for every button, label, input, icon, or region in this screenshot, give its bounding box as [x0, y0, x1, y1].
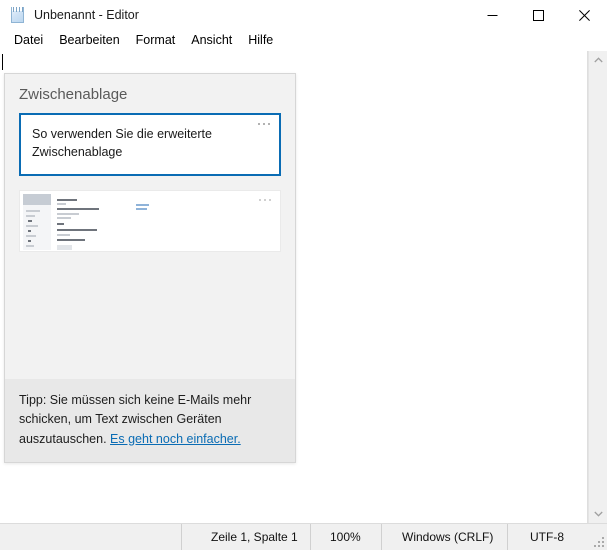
resize-grip-icon[interactable]: [594, 537, 604, 547]
clipboard-history-panel: Zwischenablage So verwenden Sie die erwe…: [4, 73, 296, 463]
clipboard-tip-link[interactable]: Es geht noch einfacher.: [110, 432, 241, 446]
status-zoom-level[interactable]: 100%: [310, 524, 381, 550]
status-bar: Zeile 1, Spalte 1 100% Windows (CRLF) UT…: [0, 523, 607, 550]
chevron-down-icon: [593, 511, 603, 517]
clipboard-item-list: So verwenden Sie die erweiterte Zwischen…: [5, 113, 295, 379]
minimize-icon: [487, 14, 497, 16]
title-bar[interactable]: Unbenannt - Editor: [0, 0, 607, 30]
vertical-scrollbar[interactable]: [588, 51, 607, 523]
status-encoding: UTF-8: [507, 524, 607, 550]
minimize-button[interactable]: [469, 0, 515, 30]
menu-item-datei[interactable]: Datei: [6, 32, 51, 50]
clipboard-item-text-content: So verwenden Sie die erweiterte Zwischen…: [32, 127, 212, 159]
menu-item-ansicht[interactable]: Ansicht: [183, 32, 240, 50]
menu-item-hilfe[interactable]: Hilfe: [240, 32, 281, 50]
scroll-down-button[interactable]: [589, 505, 607, 523]
window-title: Unbenannt - Editor: [34, 7, 139, 22]
menu-bar: Datei Bearbeiten Format Ansicht Hilfe: [0, 30, 607, 51]
menu-item-format[interactable]: Format: [128, 32, 184, 50]
ellipsis-icon[interactable]: [258, 123, 270, 125]
chevron-up-icon: [593, 57, 603, 63]
window-controls: [469, 0, 607, 30]
text-caret: [2, 54, 3, 70]
notepad-icon: [9, 6, 26, 24]
close-button[interactable]: [561, 0, 607, 30]
clipboard-item-image[interactable]: [19, 189, 281, 252]
title-bar-left: Unbenannt - Editor: [0, 6, 469, 24]
close-icon: [578, 9, 590, 21]
clipboard-item-text[interactable]: So verwenden Sie die erweiterte Zwischen…: [19, 113, 281, 176]
status-bar-spacer: [0, 524, 181, 550]
clipboard-tip: Tipp: Sie müssen sich keine E-Mails mehr…: [5, 378, 295, 462]
clipboard-panel-title: Zwischenablage: [19, 86, 128, 103]
maximize-icon: [532, 9, 544, 21]
clipboard-thumbnail-image: [23, 193, 280, 250]
status-cursor-position: Zeile 1, Spalte 1: [181, 524, 310, 550]
scroll-up-button[interactable]: [589, 51, 607, 69]
ellipsis-icon[interactable]: [259, 198, 271, 201]
maximize-button[interactable]: [515, 0, 561, 30]
notepad-window: Unbenannt - Editor Datei Bearbeiten Form…: [0, 0, 607, 550]
status-line-ending: Windows (CRLF): [381, 524, 507, 550]
menu-item-bearbeiten[interactable]: Bearbeiten: [51, 32, 127, 50]
